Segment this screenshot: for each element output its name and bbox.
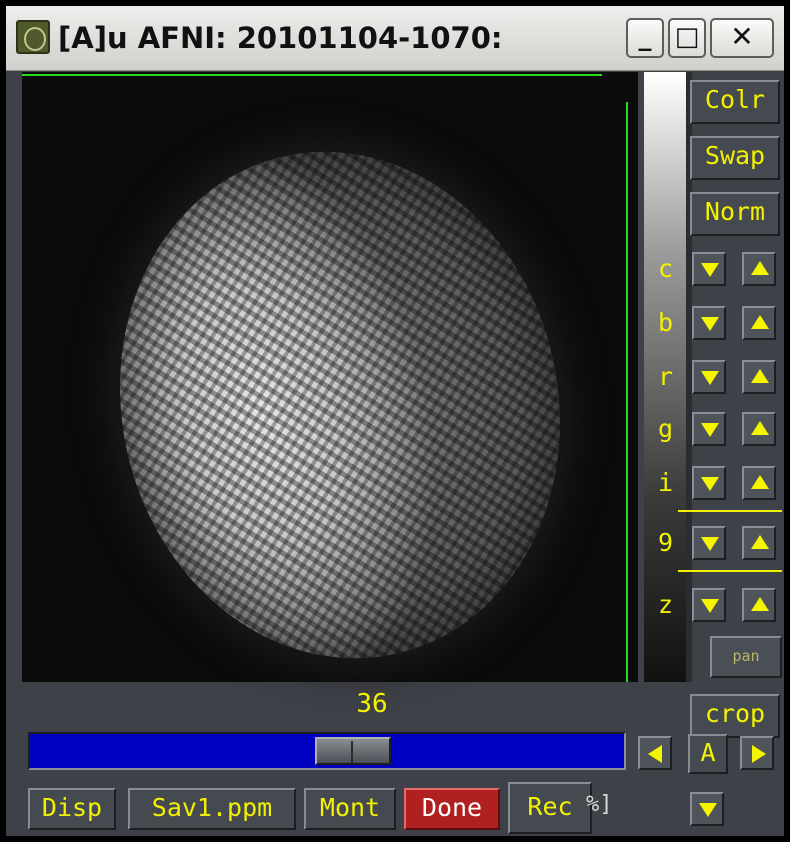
zoom-down-button[interactable] xyxy=(692,588,726,622)
swap-button[interactable]: Swap xyxy=(690,136,780,180)
stray-text: %] xyxy=(586,792,613,817)
title-bar[interactable]: [A]u AFNI: 20101104-1070: _ □ ✕ xyxy=(6,6,784,71)
brain-slice-image xyxy=(70,107,610,703)
arrow-up-icon xyxy=(751,475,769,489)
maximize-button[interactable]: □ xyxy=(668,18,706,58)
slice-number: 36 xyxy=(356,689,388,719)
arrow-left-icon xyxy=(648,745,662,763)
rotate-up-button[interactable] xyxy=(742,360,776,394)
minimize-button[interactable]: _ xyxy=(626,18,664,58)
contrast-label: c xyxy=(658,254,674,283)
afni-image-window: [A]u AFNI: 20101104-1070: _ □ ✕ Colr Swa… xyxy=(6,6,784,836)
arrow-up-icon xyxy=(751,315,769,329)
arrow-up-icon xyxy=(751,421,769,435)
done-button[interactable]: Done xyxy=(404,788,500,830)
contrast-up-button[interactable] xyxy=(742,252,776,286)
arrow-up-icon xyxy=(751,535,769,549)
contrast-down-button[interactable] xyxy=(692,252,726,286)
separator-line xyxy=(678,510,782,512)
arrow-down-icon xyxy=(701,317,719,331)
disp-button[interactable]: Disp xyxy=(28,788,116,830)
nav-right-button[interactable] xyxy=(740,736,774,770)
rotate-label: r xyxy=(658,362,674,391)
zoom-label: z xyxy=(658,590,674,619)
crop-button[interactable]: crop xyxy=(690,694,780,738)
arrow-up-icon xyxy=(751,369,769,383)
separator-line xyxy=(678,570,782,572)
crosshair-vertical xyxy=(626,102,628,682)
pan-button[interactable]: pan xyxy=(710,636,782,678)
brightness-down-button[interactable] xyxy=(692,306,726,340)
arrow-right-icon xyxy=(752,745,766,763)
montage-button[interactable]: Mont xyxy=(304,788,396,830)
nine-up-button[interactable] xyxy=(742,526,776,560)
gamma-label: g xyxy=(658,414,674,443)
index-up-button[interactable] xyxy=(742,466,776,500)
nine-down-button[interactable] xyxy=(692,526,726,560)
arrow-down-icon xyxy=(701,599,719,613)
arrow-down-icon xyxy=(701,423,719,437)
nine-label: 9 xyxy=(658,528,674,557)
norm-button[interactable]: Norm xyxy=(690,192,780,236)
nav-down-button[interactable] xyxy=(690,792,724,826)
brightness-up-button[interactable] xyxy=(742,306,776,340)
gamma-down-button[interactable] xyxy=(692,412,726,446)
arrow-down-icon xyxy=(701,371,719,385)
slice-slider[interactable] xyxy=(28,732,626,770)
arrow-up-icon xyxy=(751,597,769,611)
index-down-button[interactable] xyxy=(692,466,726,500)
gamma-up-button[interactable] xyxy=(742,412,776,446)
arrow-down-icon xyxy=(701,477,719,491)
brightness-label: b xyxy=(658,308,674,337)
arrow-down-icon xyxy=(701,537,719,551)
zoom-up-button[interactable] xyxy=(742,588,776,622)
image-viewport[interactable] xyxy=(22,72,638,703)
index-label: i xyxy=(658,468,674,497)
rotate-down-button[interactable] xyxy=(692,360,726,394)
record-button[interactable]: Rec xyxy=(508,782,592,834)
arrow-up-icon xyxy=(751,261,769,275)
arrow-down-icon xyxy=(701,263,719,277)
nav-center-button[interactable]: A xyxy=(688,734,728,774)
close-button[interactable]: ✕ xyxy=(710,18,774,58)
afni-app-icon[interactable] xyxy=(16,20,50,54)
colr-button[interactable]: Colr xyxy=(690,80,780,124)
window-title: [A]u AFNI: 20101104-1070: xyxy=(58,21,503,55)
slider-thumb[interactable] xyxy=(315,737,391,765)
save-button[interactable]: Sav1.ppm xyxy=(128,788,296,830)
crosshair-horizontal xyxy=(22,74,602,76)
nav-left-button[interactable] xyxy=(638,736,672,770)
arrow-down-icon xyxy=(699,803,717,817)
